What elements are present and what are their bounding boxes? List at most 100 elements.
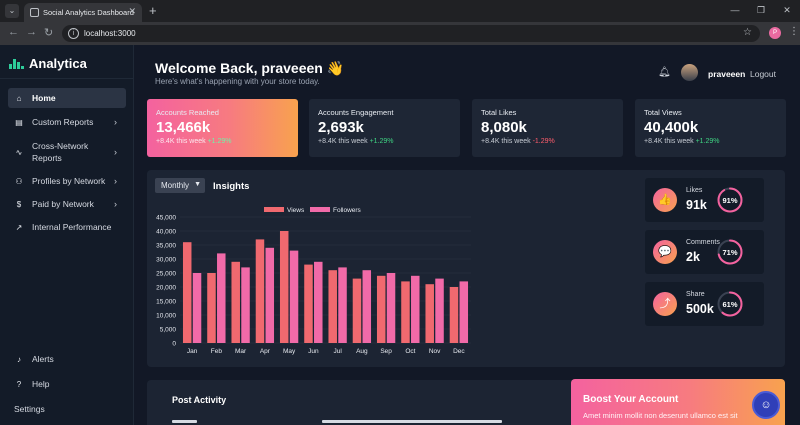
notification-bell-icon[interactable]: 🔔︎ <box>658 67 671 78</box>
page-subtitle: Here's what's happening with your store … <box>155 77 320 86</box>
bar-followers <box>192 273 202 343</box>
sidebar-bottom-label: Settings <box>14 404 45 414</box>
period-select[interactable]: Monthly ▼ <box>155 178 205 193</box>
username[interactable]: praveeen <box>708 69 745 79</box>
period-select-value: Monthly <box>161 181 190 190</box>
stat-value: 8,080k <box>481 119 527 136</box>
stat-card[interactable]: Total Likes 8,080k +8.4K this week -1.29% <box>472 99 623 157</box>
metric-label: Share <box>686 291 705 298</box>
bar-followers <box>362 270 372 343</box>
stat-value: 13,466k <box>156 119 211 136</box>
x-tick-label: Dec <box>453 348 465 355</box>
restore-icon[interactable]: ❐ <box>748 0 774 22</box>
metric-card[interactable]: ⤴ Share 500k 61% <box>645 282 764 326</box>
bar-views <box>401 281 410 343</box>
insights-title: Insights <box>213 181 250 192</box>
home-icon: ⌂ <box>16 93 22 103</box>
profile-avatar-icon[interactable]: P <box>769 27 781 39</box>
new-tab-button[interactable]: + <box>149 3 157 19</box>
tab-search-button[interactable]: ⌄ <box>5 4 19 18</box>
bar-views <box>328 270 337 343</box>
dollar-icon: $ <box>16 199 22 209</box>
sidebar-item-label: Internal Performance <box>32 222 112 232</box>
bar-followers <box>217 253 226 343</box>
users-icon: ⚇ <box>15 176 23 186</box>
browser-menu-icon[interactable]: ⋮ <box>789 26 799 37</box>
stat-value: 40,400k <box>644 119 699 136</box>
chevron-right-icon: › <box>114 117 117 127</box>
insights-bar-chart: Views Followers 0 5,000 10,000 15,000 20,000 25… <box>156 207 471 355</box>
sidebar-item[interactable]: ⌂ Home <box>8 88 126 108</box>
stat-card[interactable]: Total Views 40,400k +8.4K this week +1.29% <box>635 99 786 157</box>
brand-logo-icon <box>9 58 24 69</box>
post-activity-columns <box>172 420 512 425</box>
stat-weekly: +8.4K this week <box>318 138 368 145</box>
stat-card[interactable]: Accounts Engagement 2,693k +8.4K this week… <box>309 99 460 157</box>
stat-weekly: +8.4K this week <box>481 138 531 145</box>
avatar[interactable] <box>681 64 698 81</box>
x-tick-label: Oct <box>405 348 415 355</box>
sidebar-item[interactable]: ⚇ Profiles by Network › <box>8 171 126 191</box>
stat-card[interactable]: Accounts Reached 13,466k +8.4K this week +… <box>147 99 298 157</box>
browser-tab[interactable]: Social Analytics Dashboard ✕ <box>24 3 142 22</box>
bookmark-star-icon[interactable]: ☆ <box>743 27 752 38</box>
stat-weekly: +8.4K this week <box>156 138 206 145</box>
post-activity-title: Post Activity <box>172 395 227 405</box>
chevron-right-icon: › <box>114 176 117 186</box>
page-title: Welcome Back, praveeen 👋 <box>155 60 345 76</box>
x-tick-label: Sep <box>380 348 392 355</box>
stat-sub: +8.4K this week +1.29% <box>156 138 298 145</box>
y-tick-label: 35,000 <box>156 242 176 249</box>
close-window-icon[interactable]: ✕ <box>774 0 800 22</box>
stat-weekly: +8.4K this week <box>644 138 694 145</box>
metric-value: 91k <box>686 198 707 212</box>
chevron-right-icon: › <box>114 199 117 209</box>
sidebar-bottom-item[interactable]: ? Help <box>8 377 126 391</box>
y-tick-label: 25,000 <box>156 270 176 277</box>
y-tick-label: 20,000 <box>156 284 176 291</box>
boost-title: Boost Your Account <box>583 394 679 405</box>
stat-label: Total Likes <box>481 108 517 117</box>
bar-views <box>255 239 265 343</box>
address-bar[interactable]: i localhost:3000 ☆ <box>62 25 760 42</box>
document-icon: ▤ <box>15 117 23 127</box>
sidebar-bottom-label: Help <box>32 379 50 389</box>
comment-icon: 💬 <box>653 240 677 264</box>
legend-swatch <box>264 207 284 212</box>
chevron-down-icon: ▼ <box>194 181 201 188</box>
bar-followers <box>338 267 347 343</box>
x-tick-label: May <box>283 348 296 355</box>
x-tick-label: Jan <box>187 348 198 355</box>
bar-views <box>182 242 192 343</box>
minimize-icon[interactable]: — <box>722 0 748 22</box>
y-tick-label: 0 <box>172 340 176 347</box>
bar-followers <box>411 275 420 343</box>
sidebar-item[interactable]: ∿ Cross-Network Reports › <box>8 139 126 165</box>
metric-percent: 91% <box>722 196 738 205</box>
bell-icon: ♪ <box>17 354 21 364</box>
sidebar-item[interactable]: ↗ Internal Performance <box>8 217 126 237</box>
stat-value: 2,693k <box>318 119 364 136</box>
metric-card[interactable]: 👍 Likes 91k 91% <box>645 178 764 222</box>
tab-title: Social Analytics Dashboard <box>43 8 134 17</box>
forward-icon[interactable]: → <box>26 26 37 38</box>
site-info-icon[interactable]: i <box>68 28 79 39</box>
bar-views <box>231 261 240 343</box>
logout-link[interactable]: Logout <box>750 69 776 79</box>
sidebar-item[interactable]: ▤ Custom Reports › <box>8 112 126 132</box>
bar-followers <box>241 267 250 343</box>
sidebar-bottom-item[interactable]: ♪ Alerts <box>8 352 126 366</box>
brand[interactable]: Analytica <box>9 56 87 71</box>
bar-views <box>279 231 289 343</box>
sidebar-bottom-item[interactable]: Settings <box>8 402 126 416</box>
close-tab-icon[interactable]: ✕ <box>128 6 136 17</box>
bar-views <box>207 273 216 343</box>
back-icon[interactable]: ← <box>8 26 19 38</box>
url-text[interactable]: localhost:3000 <box>84 29 136 38</box>
reload-icon[interactable]: ↻ <box>44 26 53 39</box>
sidebar-item[interactable]: $ Paid by Network › <box>8 194 126 214</box>
tab-bar: ⌄ Social Analytics Dashboard ✕ + — ❐ ✕ <box>0 0 800 22</box>
chat-support-button[interactable]: ☺ <box>752 391 780 419</box>
chevron-right-icon: › <box>114 147 117 157</box>
metric-card[interactable]: 💬 Comments 2k 71% <box>645 230 764 274</box>
